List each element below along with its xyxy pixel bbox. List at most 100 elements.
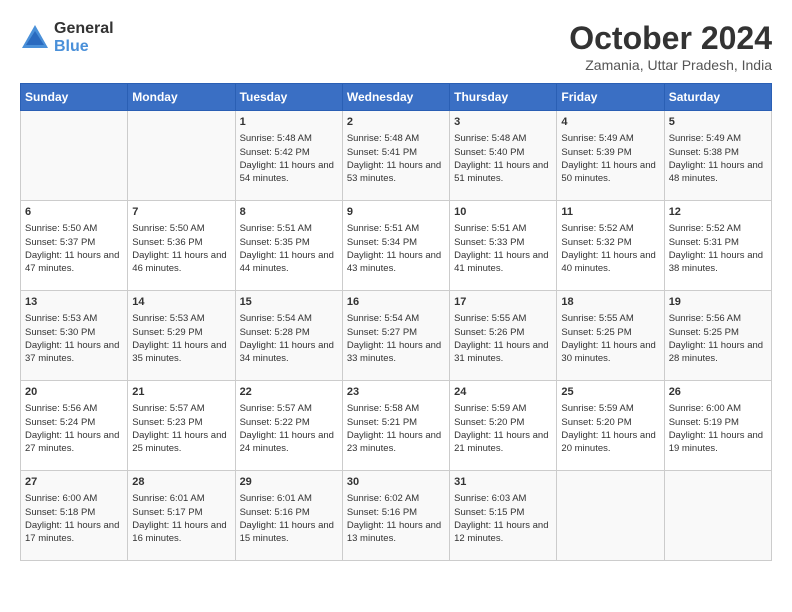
calendar-cell: 2Sunrise: 5:48 AMSunset: 5:41 PMDaylight…: [342, 111, 449, 201]
day-content: Sunrise: 5:51 AMSunset: 5:33 PMDaylight:…: [454, 222, 552, 275]
calendar-body: 1 Sunrise: 5:48 AMSunset: 5:42 PMDaylight…: [21, 111, 772, 561]
day-number: 20: [25, 385, 123, 400]
calendar-cell: 5 Sunrise: 5:49 AMSunset: 5:38 PMDaylight…: [664, 111, 771, 201]
week-row-1: 1 Sunrise: 5:48 AMSunset: 5:42 PMDaylight…: [21, 111, 772, 201]
calendar-table: SundayMondayTuesdayWednesdayThursdayFrid…: [20, 83, 772, 561]
calendar-cell: 23 Sunrise: 5:58 AMSunset: 5:21 PMDayligh…: [342, 381, 449, 471]
calendar-cell: 15Sunrise: 5:54 AMSunset: 5:28 PMDayligh…: [235, 291, 342, 381]
calendar-cell: 9Sunrise: 5:51 AMSunset: 5:34 PMDaylight…: [342, 201, 449, 291]
day-number: 2: [347, 115, 445, 130]
day-content: Sunrise: 6:01 AMSunset: 5:17 PMDaylight:…: [132, 492, 230, 545]
day-content: Sunrise: 5:54 AMSunset: 5:28 PMDaylight:…: [240, 312, 338, 365]
calendar-cell: [128, 111, 235, 201]
day-content: Sunrise: 5:52 AMSunset: 5:32 PMDaylight:…: [561, 222, 659, 275]
week-row-5: 27Sunrise: 6:00 AMSunset: 5:18 PMDayligh…: [21, 471, 772, 561]
calendar-cell: 19 Sunrise: 5:56 AMSunset: 5:25 PMDayligh…: [664, 291, 771, 381]
day-content: Sunrise: 6:03 AMSunset: 5:15 PMDaylight:…: [454, 492, 552, 545]
calendar-cell: 6Sunrise: 5:50 AMSunset: 5:37 PMDaylight…: [21, 201, 128, 291]
logo: General Blue: [20, 20, 114, 55]
calendar-cell: 22 Sunrise: 5:57 AMSunset: 5:22 PMDayligh…: [235, 381, 342, 471]
day-number: 16: [347, 295, 445, 310]
calendar-cell: 10Sunrise: 5:51 AMSunset: 5:33 PMDayligh…: [450, 201, 557, 291]
calendar-cell: [557, 471, 664, 561]
calendar-cell: 27Sunrise: 6:00 AMSunset: 5:18 PMDayligh…: [21, 471, 128, 561]
day-content: Sunrise: 5:55 AMSunset: 5:26 PMDaylight:…: [454, 312, 552, 365]
calendar-cell: 1 Sunrise: 5:48 AMSunset: 5:42 PMDaylight…: [235, 111, 342, 201]
day-number: 3: [454, 115, 552, 130]
day-content: Sunrise: 5:58 AMSunset: 5:21 PMDaylight:…: [347, 402, 445, 455]
day-number: 25: [561, 385, 659, 400]
day-content: Sunrise: 5:59 AMSunset: 5:20 PMDaylight:…: [561, 402, 659, 455]
week-row-4: 20 Sunrise: 5:56 AMSunset: 5:24 PMDayligh…: [21, 381, 772, 471]
header-cell-friday: Friday: [557, 84, 664, 111]
calendar-cell: 7 Sunrise: 5:50 AMSunset: 5:36 PMDaylight…: [128, 201, 235, 291]
day-number: 11: [561, 205, 659, 220]
day-content: Sunrise: 6:02 AMSunset: 5:16 PMDaylight:…: [347, 492, 445, 545]
day-number: 13: [25, 295, 123, 310]
calendar-cell: [664, 471, 771, 561]
calendar-cell: 11 Sunrise: 5:52 AMSunset: 5:32 PMDayligh…: [557, 201, 664, 291]
day-number: 23: [347, 385, 445, 400]
calendar-cell: 21 Sunrise: 5:57 AMSunset: 5:23 PMDayligh…: [128, 381, 235, 471]
day-content: Sunrise: 5:53 AMSunset: 5:29 PMDaylight:…: [132, 312, 230, 365]
day-content: Sunrise: 5:56 AMSunset: 5:24 PMDaylight:…: [25, 402, 123, 455]
calendar-cell: 4 Sunrise: 5:49 AMSunset: 5:39 PMDaylight…: [557, 111, 664, 201]
day-number: 1: [240, 115, 338, 130]
day-number: 28: [132, 475, 230, 490]
day-number: 22: [240, 385, 338, 400]
day-content: Sunrise: 5:57 AMSunset: 5:22 PMDaylight:…: [240, 402, 338, 455]
day-number: 29: [240, 475, 338, 490]
header-cell-saturday: Saturday: [664, 84, 771, 111]
calendar-cell: 20 Sunrise: 5:56 AMSunset: 5:24 PMDayligh…: [21, 381, 128, 471]
calendar-cell: 25 Sunrise: 5:59 AMSunset: 5:20 PMDayligh…: [557, 381, 664, 471]
day-number: 19: [669, 295, 767, 310]
day-number: 14: [132, 295, 230, 310]
day-number: 31: [454, 475, 552, 490]
day-number: 21: [132, 385, 230, 400]
day-number: 27: [25, 475, 123, 490]
calendar-cell: 30 Sunrise: 6:02 AMSunset: 5:16 PMDayligh…: [342, 471, 449, 561]
calendar-cell: 24 Sunrise: 5:59 AMSunset: 5:20 PMDayligh…: [450, 381, 557, 471]
day-number: 8: [240, 205, 338, 220]
calendar-header: SundayMondayTuesdayWednesdayThursdayFrid…: [21, 84, 772, 111]
day-content: Sunrise: 5:59 AMSunset: 5:20 PMDaylight:…: [454, 402, 552, 455]
calendar-cell: 17Sunrise: 5:55 AMSunset: 5:26 PMDayligh…: [450, 291, 557, 381]
month-title: October 2024: [569, 20, 772, 57]
title-block: October 2024 Zamania, Uttar Pradesh, Ind…: [569, 20, 772, 73]
calendar-cell: 16 Sunrise: 5:54 AMSunset: 5:27 PMDayligh…: [342, 291, 449, 381]
header-cell-thursday: Thursday: [450, 84, 557, 111]
day-number: 26: [669, 385, 767, 400]
header-cell-monday: Monday: [128, 84, 235, 111]
day-content: Sunrise: 5:53 AMSunset: 5:30 PMDaylight:…: [25, 312, 123, 365]
calendar-cell: 28 Sunrise: 6:01 AMSunset: 5:17 PMDayligh…: [128, 471, 235, 561]
calendar-cell: 13 Sunrise: 5:53 AMSunset: 5:30 PMDayligh…: [21, 291, 128, 381]
day-content: Sunrise: 5:50 AMSunset: 5:37 PMDaylight:…: [25, 222, 123, 275]
calendar-cell: 14 Sunrise: 5:53 AMSunset: 5:29 PMDayligh…: [128, 291, 235, 381]
day-content: Sunrise: 5:57 AMSunset: 5:23 PMDaylight:…: [132, 402, 230, 455]
calendar-cell: 29Sunrise: 6:01 AMSunset: 5:16 PMDayligh…: [235, 471, 342, 561]
day-content: Sunrise: 6:00 AMSunset: 5:19 PMDaylight:…: [669, 402, 767, 455]
week-row-2: 6Sunrise: 5:50 AMSunset: 5:37 PMDaylight…: [21, 201, 772, 291]
day-content: Sunrise: 5:49 AMSunset: 5:39 PMDaylight:…: [561, 132, 659, 185]
day-number: 24: [454, 385, 552, 400]
header-row: SundayMondayTuesdayWednesdayThursdayFrid…: [21, 84, 772, 111]
day-content: Sunrise: 5:50 AMSunset: 5:36 PMDaylight:…: [132, 222, 230, 275]
day-content: Sunrise: 5:48 AMSunset: 5:42 PMDaylight:…: [240, 132, 338, 185]
page-header: General Blue October 2024 Zamania, Uttar…: [20, 20, 772, 73]
day-number: 7: [132, 205, 230, 220]
day-number: 12: [669, 205, 767, 220]
day-content: Sunrise: 5:49 AMSunset: 5:38 PMDaylight:…: [669, 132, 767, 185]
day-content: Sunrise: 5:48 AMSunset: 5:40 PMDaylight:…: [454, 132, 552, 185]
header-cell-wednesday: Wednesday: [342, 84, 449, 111]
day-number: 5: [669, 115, 767, 130]
day-content: Sunrise: 5:51 AMSunset: 5:34 PMDaylight:…: [347, 222, 445, 275]
calendar-cell: 3 Sunrise: 5:48 AMSunset: 5:40 PMDaylight…: [450, 111, 557, 201]
calendar-cell: [21, 111, 128, 201]
week-row-3: 13 Sunrise: 5:53 AMSunset: 5:30 PMDayligh…: [21, 291, 772, 381]
day-number: 4: [561, 115, 659, 130]
day-content: Sunrise: 5:55 AMSunset: 5:25 PMDaylight:…: [561, 312, 659, 365]
day-number: 30: [347, 475, 445, 490]
day-content: Sunrise: 5:54 AMSunset: 5:27 PMDaylight:…: [347, 312, 445, 365]
calendar-cell: 26 Sunrise: 6:00 AMSunset: 5:19 PMDayligh…: [664, 381, 771, 471]
day-content: Sunrise: 5:56 AMSunset: 5:25 PMDaylight:…: [669, 312, 767, 365]
